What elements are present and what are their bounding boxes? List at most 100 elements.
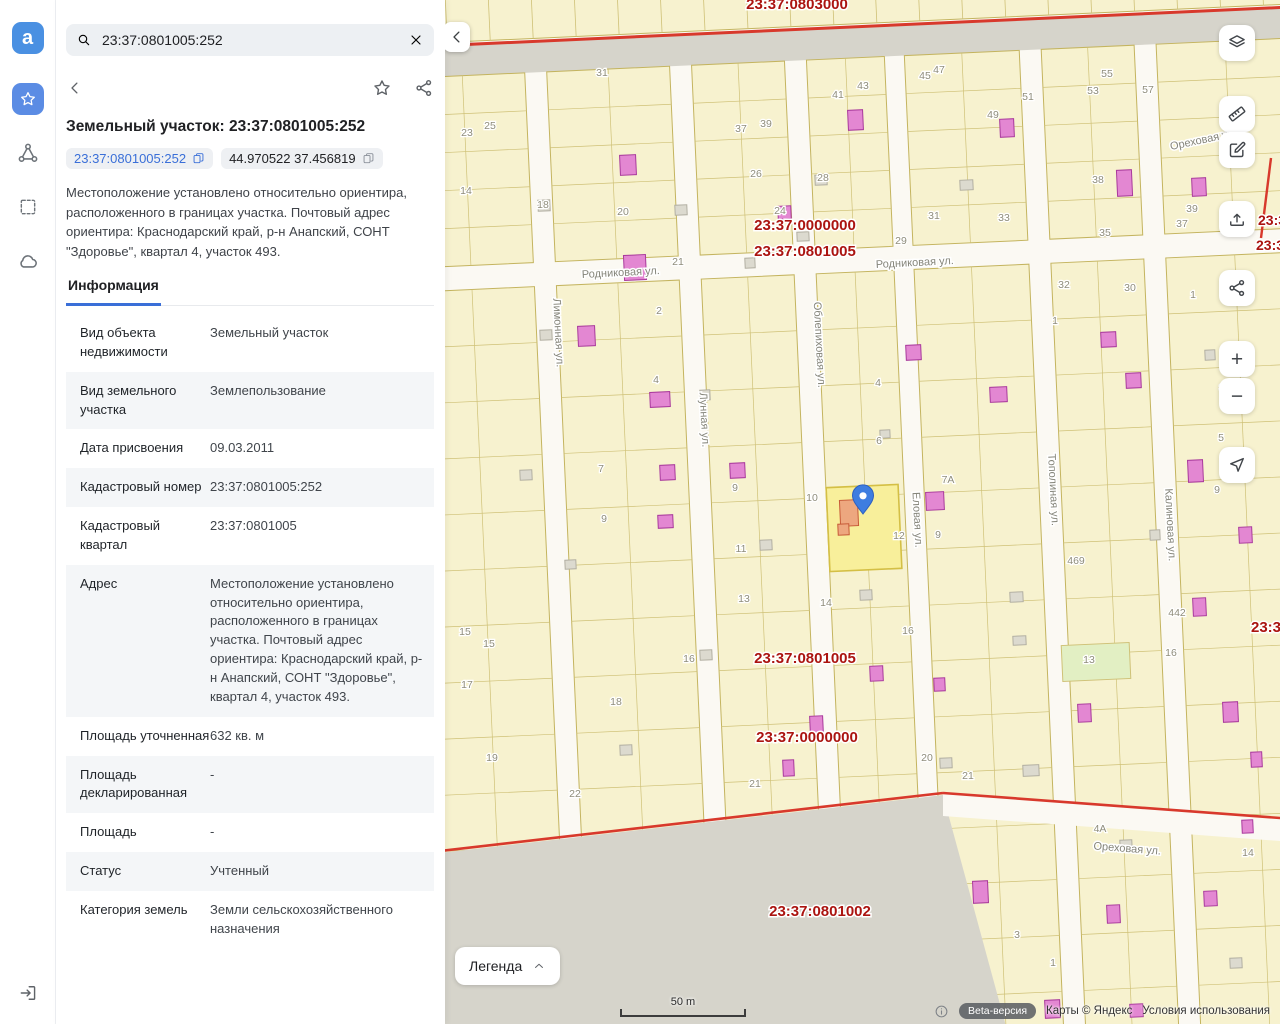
info-row: Кадастровый квартал23:37:0801005: [66, 507, 434, 565]
map-area[interactable]: Ореховая ул.Родниковая ул.Родниковая ул.…: [445, 0, 1280, 1024]
map-zoom-out-button[interactable]: −: [1219, 378, 1255, 414]
parcel-number: 26: [750, 168, 762, 180]
chip[interactable]: 23:37:0801005:252: [66, 148, 213, 169]
map-upload-button[interactable]: [1219, 201, 1255, 237]
map-share-button[interactable]: [1219, 270, 1255, 306]
parcel-number: 14: [460, 185, 472, 197]
info-label: Дата присвоения: [80, 439, 210, 458]
chips: 23:37:0801005:252 44.970522 37.456819: [66, 148, 434, 169]
info-row: АдресМестоположение установлено относите…: [66, 565, 434, 717]
parcel-number: 15: [483, 638, 495, 650]
parcel-number: 28: [817, 172, 829, 184]
building: [783, 760, 795, 776]
info-label: Площадь декларированная: [80, 766, 210, 804]
info-row: Площадь-: [66, 813, 434, 852]
building-gray: [1010, 592, 1023, 603]
parcel-number: 37: [1176, 218, 1188, 230]
building: [1242, 820, 1254, 833]
map-edit-button[interactable]: [1219, 132, 1255, 168]
info-row: Категория земельЗемли сельскохозяйственн…: [66, 891, 434, 949]
maps-copyright-link[interactable]: Карты © Яндекс: [1046, 1005, 1132, 1017]
rail-item-favorites[interactable]: [12, 83, 44, 115]
building: [1193, 598, 1207, 617]
copy-icon[interactable]: [192, 152, 205, 165]
parcel-number: 9: [935, 529, 941, 541]
building-gray: [1013, 636, 1026, 646]
building: [660, 465, 676, 481]
collapse-panel-button[interactable]: [445, 22, 470, 52]
info-value: Учтенный: [210, 862, 424, 881]
building: [1116, 170, 1132, 197]
app-logo[interactable]: a: [12, 22, 44, 54]
terms-link[interactable]: Условия использования: [1142, 1005, 1270, 1017]
parcel-number: 11: [736, 543, 747, 555]
parcel-number: 9: [732, 482, 738, 494]
layers-icon: [1227, 33, 1247, 53]
info-value: 23:37:0801005:252: [210, 478, 424, 497]
parcel-number: 18: [610, 696, 622, 708]
star-icon: [19, 90, 37, 108]
exit-button[interactable]: [18, 983, 38, 1008]
building: [906, 345, 922, 361]
chip[interactable]: 44.970522 37.456819: [221, 148, 383, 169]
rail-item-select-area[interactable]: [12, 191, 44, 223]
building: [1223, 702, 1239, 723]
building: [658, 515, 674, 529]
parcel-number: 15: [459, 626, 471, 638]
parcel-number: 1: [1190, 289, 1196, 301]
clear-search-icon[interactable]: [408, 32, 424, 48]
building: [1078, 704, 1092, 723]
share-button[interactable]: [414, 78, 434, 98]
parcel-number: 9: [601, 513, 607, 525]
favorite-button[interactable]: [372, 78, 392, 98]
search-icon: [76, 32, 92, 48]
info-value: Земли сельскохозяйственного назначения: [210, 901, 424, 939]
parcel-number: 2: [656, 305, 662, 317]
map-ruler-button[interactable]: [1219, 96, 1255, 132]
chevron-left-icon: [66, 79, 84, 97]
building: [1251, 752, 1263, 767]
legend-button[interactable]: Легенда: [455, 947, 560, 985]
building: [1188, 460, 1204, 483]
rail-item-connections[interactable]: [12, 137, 44, 169]
info-label: Категория земель: [80, 901, 210, 920]
building: [1204, 891, 1218, 907]
info-label: Адрес: [80, 575, 210, 594]
parcel-number: 5: [1218, 432, 1224, 444]
building: [848, 110, 864, 131]
quarter-label: 23:37:0801005: [754, 650, 856, 667]
select-icon: [18, 197, 38, 217]
scale-label: 50 m: [620, 996, 746, 1008]
back-button[interactable]: [66, 79, 84, 97]
chip-label: 44.970522 37.456819: [229, 151, 356, 166]
parcel-number: 31: [596, 67, 608, 79]
cadastral-map[interactable]: Ореховая ул.Родниковая ул.Родниковая ул.…: [445, 0, 1280, 1024]
beta-badge: Beta-версия: [959, 1003, 1036, 1019]
parcel-number: 4А: [1094, 823, 1107, 835]
parcel-number: 9: [1214, 484, 1220, 496]
map-zoom-in-button[interactable]: +: [1219, 341, 1255, 377]
parcel-number: 45: [919, 70, 931, 82]
parcel-number: 1: [1052, 315, 1058, 327]
search-input[interactable]: [100, 31, 400, 49]
building-gray: [940, 758, 952, 769]
search-bar[interactable]: [66, 24, 434, 56]
building: [1000, 119, 1015, 138]
tab-information[interactable]: Информация: [66, 277, 161, 306]
info-row: Кадастровый номер23:37:0801005:252: [66, 468, 434, 507]
building: [1126, 373, 1142, 389]
copy-icon[interactable]: [362, 152, 375, 165]
cloud-icon: [17, 250, 39, 272]
info-value: Местоположение установлено относительно …: [210, 575, 424, 707]
parcel-number: 13: [738, 593, 750, 605]
info-row: Площадь уточненная632 кв. м: [66, 717, 434, 756]
info-icon[interactable]: [934, 1004, 949, 1019]
quarter-label: 23:3: [1251, 619, 1280, 636]
rail-item-cloud[interactable]: [12, 245, 44, 277]
info-value: 23:37:0801005: [210, 517, 424, 536]
map-locate-button[interactable]: [1219, 447, 1255, 483]
object-description: Местоположение установлено относительно …: [66, 183, 434, 261]
quarter-label: 23:37:0000000: [756, 729, 858, 746]
map-layers-button[interactable]: [1219, 25, 1255, 61]
building: [1101, 332, 1117, 348]
